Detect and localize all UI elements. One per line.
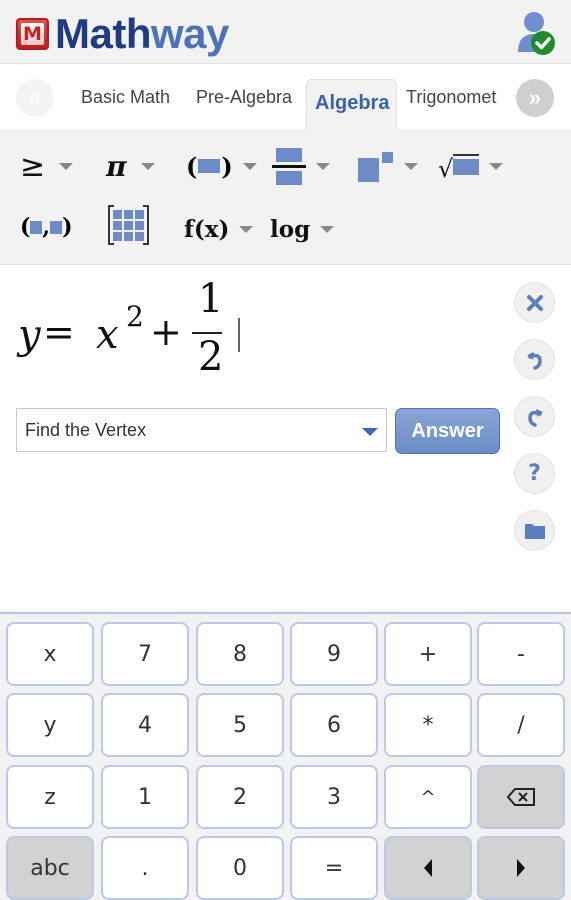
tab-algebra[interactable]: Algebra [306, 79, 397, 129]
key-0[interactable]: 0 [196, 836, 284, 900]
log-tool[interactable]: log [270, 209, 335, 249]
key-equals[interactable]: = [290, 836, 378, 900]
key-7[interactable]: 7 [101, 622, 189, 686]
sqrt-icon: √ [438, 151, 480, 181]
inequality-icon: ≥ [20, 148, 46, 184]
answer-button[interactable]: Answer [395, 408, 500, 454]
log-icon: log [270, 215, 311, 243]
key-6[interactable]: 6 [290, 693, 378, 757]
logo-mark-letter: M [21, 23, 44, 45]
redo-button[interactable] [514, 396, 555, 437]
subject-tabs: « Basic Math Pre-Algebra Algebra Trigono… [0, 65, 571, 129]
key-decimal[interactable]: . [101, 836, 189, 900]
topic-select-value: Find the Vertex [25, 419, 147, 440]
redo-icon [527, 408, 543, 427]
logo-mark-icon: M [16, 18, 49, 50]
pi-icon: π [106, 149, 127, 183]
math-token-equals: = [43, 310, 75, 354]
fraction-tool[interactable] [272, 146, 330, 186]
ordered-pair-icon: (,) [20, 214, 73, 240]
fraction-denominator: 2 [198, 334, 224, 380]
parentheses-tool[interactable]: () [186, 146, 257, 186]
text-cursor [238, 318, 240, 352]
tab-pre-algebra[interactable]: Pre-Algebra [196, 87, 292, 108]
open-folder-button[interactable] [514, 510, 555, 551]
key-caret[interactable]: ^ [384, 765, 472, 829]
key-divide[interactable]: / [477, 693, 565, 757]
expression-editor: y = x 2 + 1 2 Find the Vertex Answer ? [0, 266, 571, 612]
key-backspace[interactable] [477, 765, 565, 829]
chevron-down-icon [239, 225, 254, 233]
math-toolbar: ≥ π () √ (,) f(x) log [0, 129, 571, 265]
keypad: x 7 8 9 + - y 4 5 6 * / z 1 2 3 ^ abc . … [0, 612, 571, 900]
cursor-right-icon [517, 859, 525, 877]
key-3[interactable]: 3 [290, 765, 378, 829]
key-abc[interactable]: abc [6, 836, 94, 900]
key-y[interactable]: y [6, 693, 94, 757]
inequality-tool[interactable]: ≥ [20, 146, 74, 186]
math-token-y: y [18, 312, 41, 358]
key-multiply[interactable]: * [384, 693, 472, 757]
key-1[interactable]: 1 [101, 765, 189, 829]
key-8[interactable]: 8 [196, 622, 284, 686]
key-2[interactable]: 2 [196, 765, 284, 829]
folder-icon [524, 523, 545, 539]
sqrt-tool[interactable]: √ [438, 146, 504, 186]
undo-button[interactable] [514, 339, 555, 380]
tab-trigonometry[interactable]: Trigonomet [406, 87, 502, 108]
parentheses-icon: () [186, 151, 233, 181]
logo-text: Mathway [55, 13, 229, 55]
exponent-tool[interactable] [358, 146, 418, 186]
key-minus[interactable]: - [477, 622, 565, 686]
key-5[interactable]: 5 [196, 693, 284, 757]
key-cursor-left[interactable] [384, 836, 472, 900]
tabs-prev-button[interactable]: « [16, 79, 54, 117]
chevron-down-icon [489, 162, 504, 170]
math-token-exponent: 2 [126, 300, 144, 333]
chevron-down-icon [242, 162, 257, 170]
function-icon: f(x) [184, 215, 230, 243]
tab-basic-math[interactable]: Basic Math [81, 87, 170, 108]
question-mark-icon: ? [528, 461, 541, 486]
dropdown-arrow-icon [362, 428, 378, 436]
ordered-pair-tool[interactable]: (,) [20, 207, 73, 247]
chevron-down-icon [316, 162, 330, 170]
pi-tool[interactable]: π [106, 146, 155, 186]
undo-icon [526, 351, 542, 370]
chevron-down-icon [320, 225, 335, 233]
cursor-left-icon [424, 859, 432, 877]
app-header: M Mathway [0, 0, 571, 64]
key-4[interactable]: 4 [101, 693, 189, 757]
function-tool[interactable]: f(x) [184, 209, 254, 249]
mathway-logo[interactable]: M Mathway [16, 13, 229, 55]
double-chevron-left-icon: « [28, 85, 42, 110]
math-token-x: x [96, 312, 119, 358]
backspace-icon [506, 788, 535, 806]
fraction-numerator: 1 [198, 276, 224, 322]
topic-select[interactable]: Find the Vertex [16, 408, 387, 452]
logo-text-way: way [151, 10, 229, 57]
double-chevron-right-icon: » [528, 85, 542, 110]
close-icon [526, 294, 543, 311]
key-cursor-right[interactable] [477, 836, 565, 900]
tabs-next-button[interactable]: » [516, 79, 554, 117]
key-9[interactable]: 9 [290, 622, 378, 686]
math-token-plus: + [150, 310, 182, 354]
help-button[interactable]: ? [514, 453, 555, 494]
key-plus[interactable]: + [384, 622, 472, 686]
fraction-icon [272, 147, 306, 185]
chevron-down-icon [140, 162, 155, 170]
matrix-tool[interactable] [108, 205, 149, 245]
user-verified-icon[interactable] [512, 10, 558, 58]
key-z[interactable]: z [6, 765, 94, 829]
logo-text-math: Math [55, 10, 152, 57]
chevron-down-icon [404, 162, 418, 170]
chevron-down-icon [59, 162, 74, 170]
exponent-icon [358, 150, 394, 182]
clear-button[interactable] [514, 282, 555, 323]
key-x[interactable]: x [6, 622, 94, 686]
matrix-icon [108, 205, 149, 245]
